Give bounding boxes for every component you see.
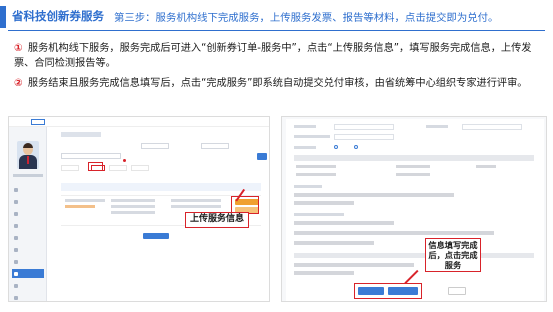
order-info-placeholder-6 <box>171 205 221 208</box>
header-accent-strip <box>0 6 6 28</box>
upload-area-6 <box>294 263 414 267</box>
form-input-1[interactable] <box>334 124 394 130</box>
form-label-4 <box>294 146 316 149</box>
filter-field-1[interactable] <box>141 143 169 149</box>
query-button[interactable] <box>257 153 267 160</box>
upload-callout-label: 上传服务信息 <box>185 212 249 228</box>
order-list-title-placeholder <box>61 132 101 137</box>
file-row-2-col-2 <box>396 173 430 176</box>
step-2-text: 服务结束且服务完成信息填写后，点击“完成服务”即系统自动提交兑付审核，由省统筹中… <box>27 78 528 89</box>
order-row-header <box>61 183 261 191</box>
file-table-header <box>294 155 534 161</box>
order-info-placeholder-2 <box>111 199 155 202</box>
form-label-3 <box>294 135 330 138</box>
upload-area-4 <box>294 231 494 235</box>
sidebar-item-2[interactable] <box>12 197 44 206</box>
highlight-arrow-dot <box>123 159 126 162</box>
sidebar-item-6[interactable] <box>12 245 44 254</box>
radio-option-1[interactable] <box>334 145 338 149</box>
filter-field-3[interactable] <box>61 153 121 159</box>
upload-area-2 <box>294 201 354 205</box>
status-tab-1[interactable] <box>61 165 79 171</box>
cancel-button[interactable] <box>448 287 466 295</box>
order-info-placeholder-5 <box>171 199 221 202</box>
screenshot-sidebar <box>9 127 47 301</box>
status-tab-4[interactable] <box>131 165 149 171</box>
form-label-2 <box>426 125 448 128</box>
step-2-description: ② 服务结束且服务完成信息填写后，点击“完成服务”即系统自动提交兑付审核，由省统… <box>14 76 544 91</box>
sidebar-item-1[interactable] <box>12 185 44 194</box>
file-row-1-col-3 <box>476 165 496 168</box>
person-avatar-icon <box>17 141 39 169</box>
upload-area-7 <box>294 271 354 275</box>
complete-callout-label: 信息填写完成后，点击完成服务 <box>425 238 481 272</box>
file-row-1-col-2 <box>396 165 430 168</box>
order-info-placeholder-3 <box>111 205 155 208</box>
file-row-1-col-1 <box>296 165 336 168</box>
bottom-bar-1 <box>294 253 534 258</box>
highlight-in-service-tab <box>88 162 103 171</box>
form-label-1 <box>294 125 316 128</box>
upload-area-1 <box>294 193 454 197</box>
sidebar-item-5[interactable] <box>12 233 44 242</box>
user-name-placeholder <box>13 174 43 177</box>
order-list-screenshot <box>8 116 270 302</box>
sidebar-item-3[interactable] <box>12 209 44 218</box>
header-divider <box>8 30 545 31</box>
section-label-1 <box>294 185 322 188</box>
form-input-2[interactable] <box>462 124 522 130</box>
sidebar-item-7[interactable] <box>12 257 44 266</box>
screenshot-top-bar <box>9 117 269 127</box>
upload-area-3 <box>294 221 394 225</box>
radio-option-2[interactable] <box>354 145 358 149</box>
sidebar-item-10[interactable] <box>12 293 44 301</box>
sidebar-item-4[interactable] <box>12 221 44 230</box>
form-input-3[interactable] <box>334 134 394 140</box>
pagination-button[interactable] <box>143 233 169 239</box>
sidebar-item-orders-active[interactable] <box>12 269 44 278</box>
step-1-description: ① 服务机构线下服务，服务完成后可进入“创新券订单-服务中”，点击“上传服务信息… <box>14 41 544 71</box>
file-row-2-col-1 <box>296 173 336 176</box>
order-info-placeholder-1 <box>65 199 105 202</box>
order-info-placeholder-4 <box>111 211 155 214</box>
highlight-form-buttons <box>354 283 422 299</box>
step-2-number: ② <box>14 78 23 89</box>
sidebar-item-9[interactable] <box>12 281 44 290</box>
order-price-placeholder <box>65 205 95 208</box>
filter-field-2[interactable] <box>201 143 229 149</box>
section-label-2 <box>294 213 344 216</box>
step-1-number: ① <box>14 43 23 54</box>
page-subtitle: 第三步：服务机构线下完成服务，上传服务发票、报告等材料，点击提交即为兑付。 <box>114 12 499 24</box>
status-tab-3[interactable] <box>109 165 127 171</box>
header: 省科技创新券服务 第三步：服务机构线下完成服务，上传服务发票、报告等材料，点击提… <box>0 0 553 34</box>
top-tab-2[interactable] <box>31 119 45 125</box>
page-title: 省科技创新券服务 <box>12 9 104 23</box>
upload-area-5 <box>294 241 374 245</box>
step-1-text: 服务机构线下服务，服务完成后可进入“创新券订单-服务中”，点击“上传服务信息”，… <box>14 43 532 69</box>
